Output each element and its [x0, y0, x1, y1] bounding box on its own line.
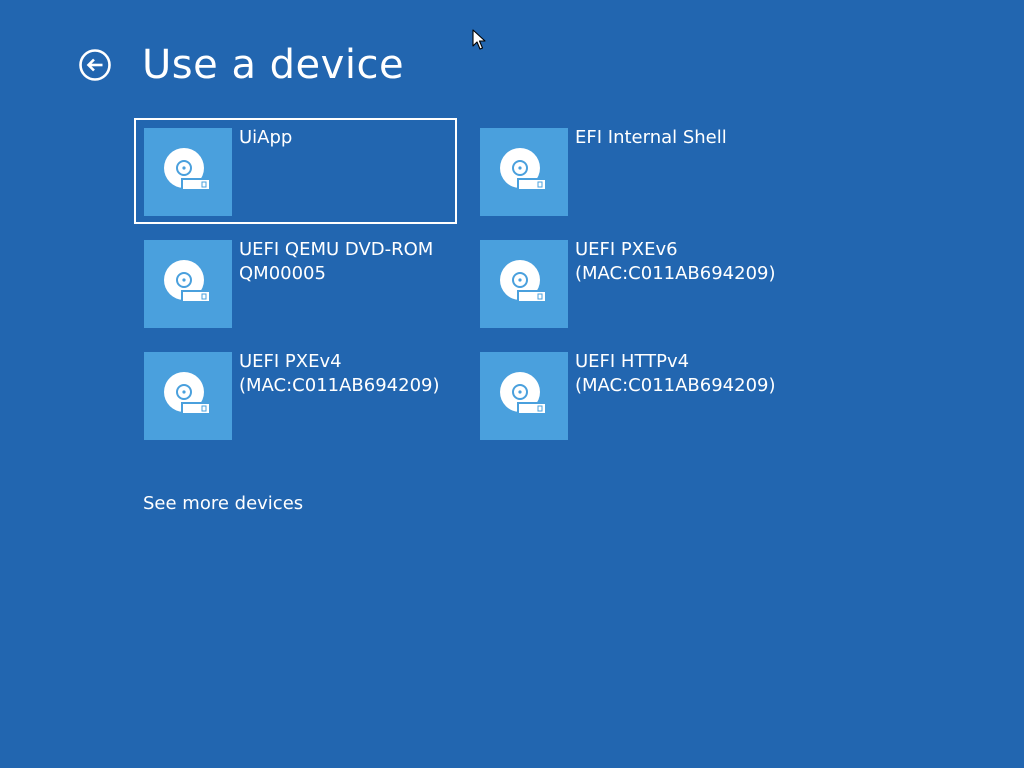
device-label: UEFI HTTPv4 (MAC:C011AB694209)	[575, 351, 776, 396]
device-label: UEFI QEMU DVD-ROM QM00005	[239, 239, 434, 284]
device-label: UEFI PXEv6 (MAC:C011AB694209)	[575, 239, 776, 284]
recovery-screen: Use a device UiApp EFI Internal Shell UE…	[0, 0, 1024, 768]
device-tile-pxev4[interactable]: UEFI PXEv4 (MAC:C011AB694209)	[134, 342, 457, 448]
header: Use a device	[78, 40, 404, 90]
device-tile-uiapp[interactable]: UiApp	[134, 118, 457, 224]
page-title: Use a device	[142, 42, 405, 88]
device-tile-httpv4[interactable]: UEFI HTTPv4 (MAC:C011AB694209)	[470, 342, 793, 448]
device-tile-qemu-dvd[interactable]: UEFI QEMU DVD-ROM QM00005	[134, 230, 457, 336]
disk-drive-icon	[480, 128, 568, 216]
device-tile-pxev6[interactable]: UEFI PXEv6 (MAC:C011AB694209)	[470, 230, 793, 336]
device-label: UEFI PXEv4 (MAC:C011AB694209)	[239, 351, 440, 396]
device-tile-efi-shell[interactable]: EFI Internal Shell	[470, 118, 793, 224]
back-button[interactable]	[78, 48, 112, 82]
back-arrow-circle-icon	[79, 49, 111, 81]
see-more-devices-link[interactable]: See more devices	[143, 492, 303, 516]
device-label: EFI Internal Shell	[575, 127, 727, 148]
mouse-pointer-icon	[472, 29, 486, 50]
disk-drive-icon	[144, 352, 232, 440]
disk-drive-icon	[480, 352, 568, 440]
disk-drive-icon	[144, 240, 232, 328]
disk-drive-icon	[480, 240, 568, 328]
disk-drive-icon	[144, 128, 232, 216]
device-grid: UiApp EFI Internal Shell UEFI QEMU DVD-R…	[134, 118, 814, 448]
device-label: UiApp	[239, 127, 293, 148]
